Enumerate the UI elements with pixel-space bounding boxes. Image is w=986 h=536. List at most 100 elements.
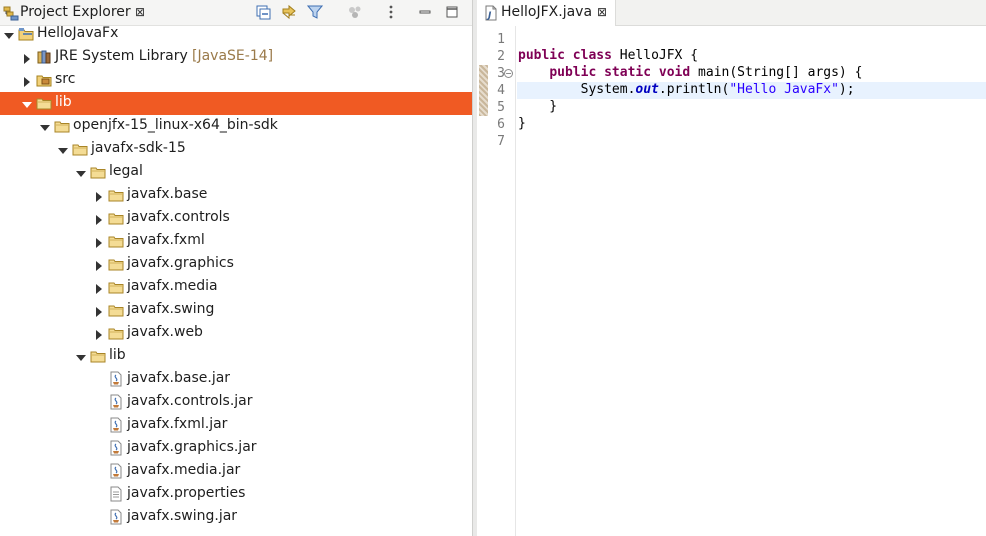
chevron-right-icon[interactable] (22, 52, 32, 64)
code-area[interactable]: public class HelloJFX { public static vo… (517, 26, 986, 536)
chevron-down-icon[interactable] (4, 29, 14, 39)
close-icon[interactable]: ⊠ (597, 5, 607, 19)
tree-item[interactable]: JRE System Library [JavaSE-14] (0, 46, 472, 69)
folder-icon (72, 141, 88, 157)
tree-item[interactable]: javafx.fxml (0, 230, 472, 253)
library-icon (36, 49, 52, 65)
tree-item[interactable]: HelloJavaFx (0, 23, 472, 46)
tree-item[interactable]: javafx.controls (0, 207, 472, 230)
tree-item-label: javafx.controls.jar (127, 393, 253, 409)
line-number: 5 (497, 100, 505, 115)
chevron-right-icon[interactable] (94, 259, 104, 271)
tree-item[interactable]: javafx.graphics.jar (0, 437, 472, 460)
tree-item[interactable]: javafx.swing.jar (0, 506, 472, 529)
chevron-down-icon[interactable] (76, 351, 86, 361)
tree-item[interactable]: lib (0, 92, 472, 115)
project-icon (18, 26, 34, 42)
tree-item-label: javafx.properties (127, 485, 246, 501)
tree-item[interactable]: openjfx-15_linux-x64_bin-sdk (0, 115, 472, 138)
line-number: 2 (497, 49, 505, 64)
java-editor: J HelloJFX.java ⊠ 1 2 3 4 5 6 7− public class … (477, 0, 986, 536)
code-token: void (658, 65, 691, 80)
tree-item[interactable]: javafx.media (0, 276, 472, 299)
tree-item-label: javafx.base (127, 186, 208, 202)
chevron-right-icon[interactable] (94, 236, 104, 248)
code-token: } (518, 99, 558, 114)
tree-item[interactable]: legal (0, 161, 472, 184)
filter-icon[interactable] (306, 4, 324, 20)
tree-item[interactable]: javafx.graphics (0, 253, 472, 276)
text-file-icon (108, 486, 124, 502)
quick-diff-marker[interactable] (479, 65, 488, 116)
tree-item-label: legal (109, 163, 143, 179)
fold-collapse-icon[interactable]: − (504, 69, 513, 78)
focus-icon[interactable] (347, 4, 363, 20)
tree-item-label: javafx-sdk-15 (91, 140, 186, 156)
folder-icon (108, 233, 124, 249)
tree-item[interactable]: javafx-sdk-15 (0, 138, 472, 161)
tree-item-label: openjfx-15_linux-x64_bin-sdk (73, 117, 278, 133)
editor-tab-label: HelloJFX.java (501, 4, 593, 20)
folder-icon (54, 118, 70, 134)
code-line[interactable]: } (517, 99, 986, 116)
tree-item[interactable]: javafx.swing (0, 299, 472, 322)
chevron-down-icon[interactable] (58, 144, 68, 154)
link-with-editor-icon[interactable] (281, 4, 297, 20)
chevron-right-icon[interactable] (94, 190, 104, 202)
code-token: "Hello JavaFx" (729, 82, 839, 97)
close-icon[interactable]: ⊠ (135, 5, 145, 19)
tree-item-label: lib (109, 347, 126, 363)
jar-file-icon (108, 394, 124, 410)
tree-item-label: javafx.web (127, 324, 203, 340)
code-token: .println( (658, 82, 730, 97)
chevron-down-icon[interactable] (22, 98, 32, 108)
code-line[interactable] (517, 31, 986, 48)
code-line[interactable]: } (517, 116, 986, 133)
chevron-down-icon[interactable] (40, 121, 50, 131)
tree-item[interactable]: javafx.controls.jar (0, 391, 472, 414)
folder-icon (108, 302, 124, 318)
chevron-right-icon[interactable] (94, 213, 104, 225)
tree-item[interactable]: javafx.media.jar (0, 460, 472, 483)
chevron-right-icon[interactable] (94, 328, 104, 340)
jar-file-icon (108, 509, 124, 525)
collapse-all-icon[interactable] (255, 4, 271, 20)
maximize-icon[interactable] (444, 4, 460, 20)
tree-item[interactable]: src (0, 69, 472, 92)
editor-tab-bar: J HelloJFX.java ⊠ (477, 0, 986, 26)
line-number: 1 (497, 32, 505, 47)
folder-icon (36, 95, 52, 111)
project-explorer-tab-title[interactable]: Project Explorer (20, 4, 131, 20)
jar-file-icon (108, 371, 124, 387)
minimize-icon[interactable] (417, 4, 433, 20)
folder-icon (108, 325, 124, 341)
code-line[interactable] (517, 133, 986, 150)
tree-item[interactable]: javafx.web (0, 322, 472, 345)
tree-item-label: javafx.controls (127, 209, 230, 225)
source-folder-icon (36, 72, 52, 88)
jar-file-icon (108, 440, 124, 456)
code-line[interactable]: public static void main(String[] args) { (517, 65, 986, 82)
chevron-right-icon[interactable] (94, 305, 104, 317)
tree-item-label: javafx.swing (127, 301, 215, 317)
tree-item-label: javafx.fxml (127, 232, 205, 248)
tree-item[interactable]: javafx.base (0, 184, 472, 207)
editor-tab-hellojfx[interactable]: J HelloJFX.java ⊠ (477, 0, 616, 26)
line-number: 4 (497, 83, 505, 98)
tree-item[interactable]: lib (0, 345, 472, 368)
tree-item[interactable]: javafx.base.jar (0, 368, 472, 391)
chevron-down-icon[interactable] (76, 167, 86, 177)
tree-item-label: javafx.graphics.jar (127, 439, 257, 455)
chevron-right-icon[interactable] (94, 282, 104, 294)
tree-item-label: javafx.fxml.jar (127, 416, 228, 432)
code-line[interactable]: public class HelloJFX { (517, 48, 986, 65)
tree-item[interactable]: javafx.properties (0, 483, 472, 506)
tree-item[interactable]: javafx.fxml.jar (0, 414, 472, 437)
tree-item-label: javafx.media.jar (127, 462, 241, 478)
view-menu-icon[interactable] (383, 4, 399, 20)
jar-file-icon (108, 417, 124, 433)
code-token: public (518, 48, 565, 63)
code-line[interactable]: System.out.println("Hello JavaFx"); (517, 82, 986, 99)
chevron-right-icon[interactable] (22, 75, 32, 87)
